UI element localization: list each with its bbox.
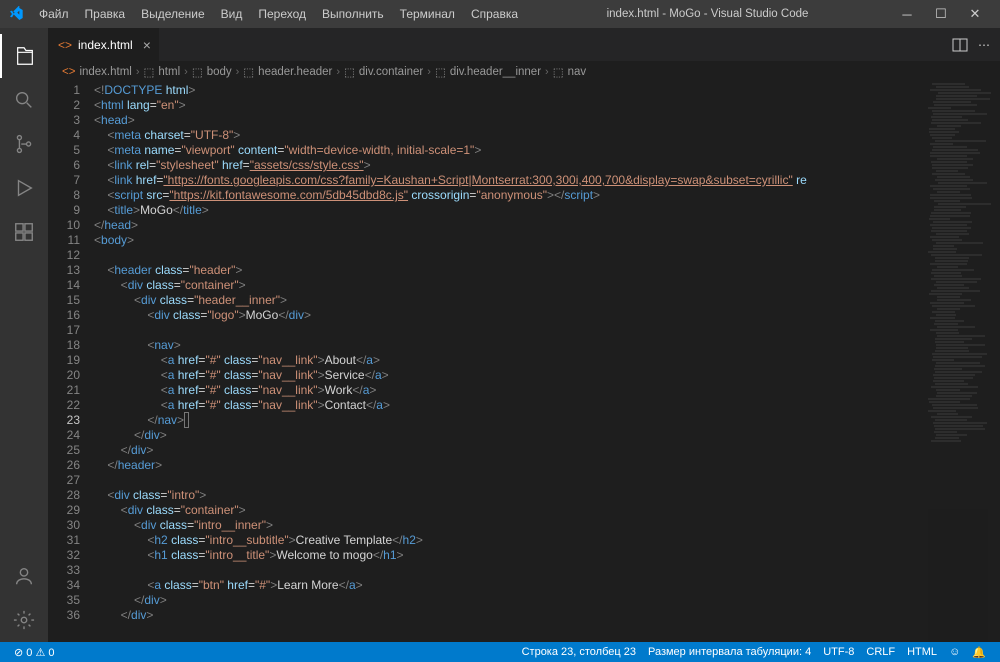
activity-bar — [0, 28, 48, 642]
search-icon[interactable] — [0, 78, 48, 122]
window-title: index.html - MoGo - Visual Studio Code — [525, 8, 890, 20]
breadcrumb-item[interactable]: nav — [568, 66, 587, 78]
code-content[interactable]: <!DOCTYPE html><html lang="en"><head> <m… — [94, 83, 1000, 642]
close-tab-icon[interactable]: × — [143, 37, 151, 53]
tag-icon: ⬚ — [344, 65, 355, 79]
debug-icon[interactable] — [0, 166, 48, 210]
tab-index-html[interactable]: <> index.html × — [48, 28, 160, 61]
encoding[interactable]: UTF-8 — [817, 646, 860, 658]
tag-icon: ⬚ — [243, 65, 254, 79]
menu-переход[interactable]: Переход — [251, 4, 313, 24]
code-editor[interactable]: 1234567891011121314151617181920212223242… — [48, 83, 1000, 642]
problems-status[interactable]: ⊘ 0 ⚠ 0 — [8, 646, 60, 659]
tag-icon: ⬚ — [144, 65, 155, 79]
tag-icon: ⬚ — [435, 65, 446, 79]
close-button[interactable]: ✕ — [958, 0, 992, 28]
menu-правка[interactable]: Правка — [78, 4, 133, 24]
notifications-icon[interactable]: 🔔 — [966, 646, 992, 659]
menu-выделение[interactable]: Выделение — [134, 4, 212, 24]
title-bar: ФайлПравкаВыделениеВидПереходВыполнитьТе… — [0, 0, 1000, 28]
editor-area: <> index.html × ⋯ <>index.html›⬚html›⬚bo… — [48, 28, 1000, 642]
menu-вид[interactable]: Вид — [214, 4, 250, 24]
vscode-logo-icon — [8, 6, 24, 22]
extensions-icon[interactable] — [0, 210, 48, 254]
minimize-button[interactable]: ─ — [890, 0, 924, 28]
eol[interactable]: CRLF — [860, 646, 901, 658]
breadcrumb-item[interactable]: div.container — [359, 66, 423, 78]
tag-icon: ⬚ — [192, 65, 203, 79]
minimap[interactable] — [928, 83, 988, 642]
menu-bar: ФайлПравкаВыделениеВидПереходВыполнитьТе… — [32, 4, 525, 24]
line-numbers: 1234567891011121314151617181920212223242… — [48, 83, 94, 642]
status-bar: ⊘ 0 ⚠ 0 Строка 23, столбец 23 Размер инт… — [0, 642, 1000, 662]
split-editor-icon[interactable] — [952, 37, 968, 53]
menu-выполнить[interactable]: Выполнить — [315, 4, 391, 24]
chevron-right-icon: › — [136, 66, 140, 78]
tab-size[interactable]: Размер интервала табуляции: 4 — [642, 646, 817, 658]
menu-файл[interactable]: Файл — [32, 4, 76, 24]
breadcrumb-item[interactable]: div.header__inner — [450, 66, 541, 78]
tab-label: index.html — [78, 38, 133, 52]
language-mode[interactable]: HTML — [901, 646, 943, 658]
more-actions-icon[interactable]: ⋯ — [978, 38, 990, 52]
tag-icon: ⬚ — [553, 65, 564, 79]
breadcrumb-item[interactable]: index.html — [79, 66, 131, 78]
chevron-right-icon: › — [545, 66, 549, 78]
menu-справка[interactable]: Справка — [464, 4, 525, 24]
chevron-right-icon: › — [236, 66, 240, 78]
feedback-icon[interactable]: ☺ — [943, 646, 966, 658]
html-file-icon: <> — [58, 38, 72, 52]
breadcrumb-item[interactable]: body — [207, 66, 232, 78]
breadcrumb-item[interactable]: html — [158, 66, 180, 78]
tabs-bar: <> index.html × ⋯ — [48, 28, 1000, 61]
html-file-icon: <> — [62, 66, 75, 78]
chevron-right-icon: › — [427, 66, 431, 78]
menu-терминал[interactable]: Терминал — [393, 4, 462, 24]
breadcrumb-item[interactable]: header.header — [258, 66, 332, 78]
window-controls: ─ ☐ ✕ — [890, 0, 992, 28]
source-control-icon[interactable] — [0, 122, 48, 166]
chevron-right-icon: › — [184, 66, 188, 78]
breadcrumb[interactable]: <>index.html›⬚html›⬚body›⬚header.header›… — [48, 61, 1000, 83]
cursor-position[interactable]: Строка 23, столбец 23 — [516, 646, 642, 658]
settings-gear-icon[interactable] — [0, 598, 48, 642]
account-icon[interactable] — [0, 554, 48, 598]
explorer-icon[interactable] — [0, 34, 48, 78]
chevron-right-icon: › — [336, 66, 340, 78]
maximize-button[interactable]: ☐ — [924, 0, 958, 28]
